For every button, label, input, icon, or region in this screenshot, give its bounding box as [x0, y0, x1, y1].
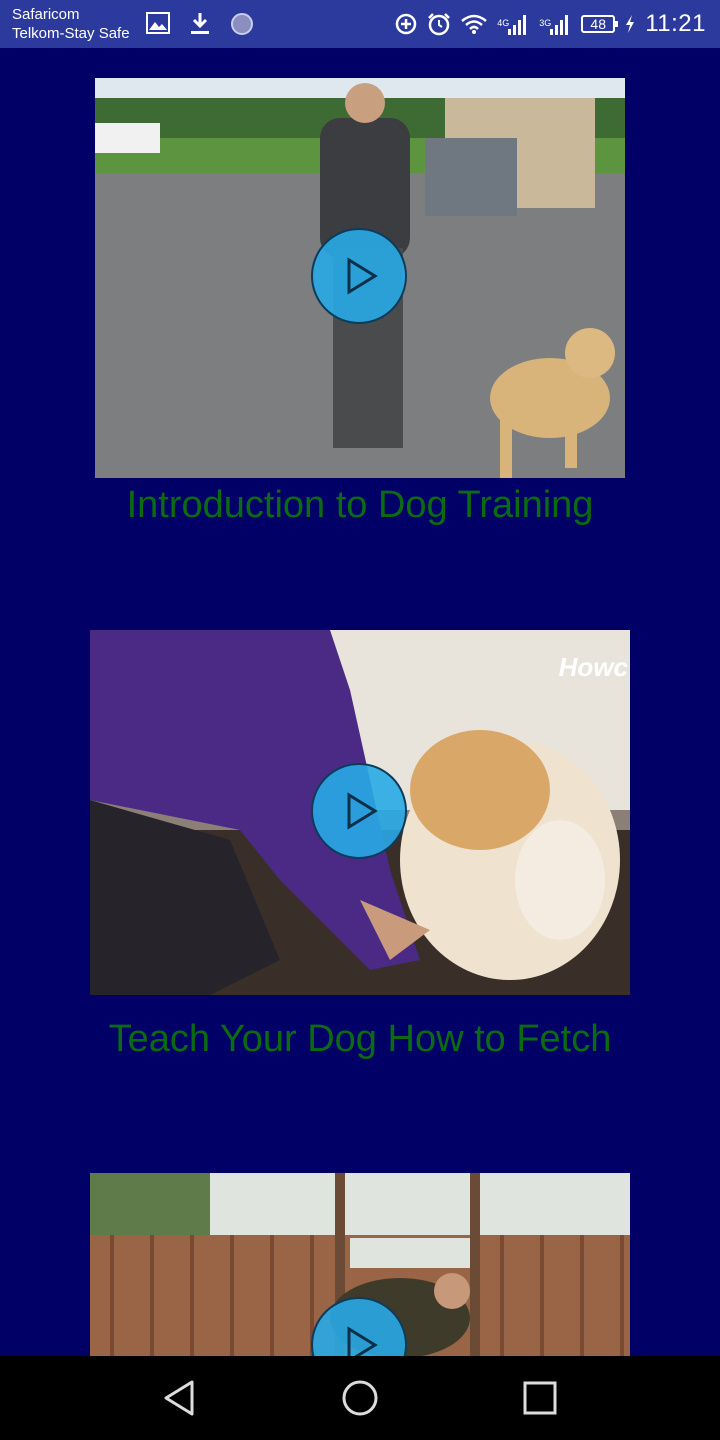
carrier-2: Telkom-Stay Safe: [12, 25, 130, 42]
status-bar: Safaricom Telkom-Stay Safe 4G 3G 48 11:2…: [0, 0, 720, 48]
download-icon: [191, 13, 209, 34]
sync-icon: [231, 13, 253, 35]
network-type-2: 3G: [539, 18, 552, 28]
video-thumbnail-3[interactable]: [90, 1173, 630, 1356]
video-title-1[interactable]: Introduction to Dog Training: [0, 484, 720, 527]
video-title-2[interactable]: Teach Your Dog How to Fetch: [0, 1018, 720, 1061]
network-type-1: 4G: [497, 18, 510, 28]
play-button[interactable]: [311, 763, 407, 859]
battery-icon: 48: [581, 15, 619, 33]
watermark: Howc: [558, 652, 628, 682]
wifi-icon: [461, 14, 487, 34]
status-right: 4G 3G 48 11:21: [395, 0, 706, 48]
charging-icon: [626, 15, 635, 33]
play-icon: [347, 257, 378, 295]
play-icon: [347, 792, 378, 830]
battery-level: 48: [590, 16, 606, 32]
signal-2: 3G: [539, 13, 571, 35]
data-saver-icon: [395, 13, 417, 35]
recents-icon[interactable]: [520, 1378, 560, 1418]
alarm-icon: [428, 13, 451, 36]
clock: 11:21: [645, 10, 706, 37]
home-icon[interactable]: [340, 1378, 380, 1418]
signal-1: 4G: [497, 13, 529, 35]
video-thumbnail-1[interactable]: [95, 78, 625, 478]
play-button[interactable]: [311, 228, 407, 324]
back-icon[interactable]: [160, 1378, 200, 1418]
navigation-bar: [0, 1356, 720, 1440]
signal-icon: [508, 15, 527, 35]
image-icon: [146, 12, 170, 34]
carrier-info: Safaricom Telkom-Stay Safe: [12, 5, 130, 43]
signal-icon: [550, 15, 569, 35]
video-thumbnail-2[interactable]: Howc: [90, 630, 630, 995]
play-icon: [347, 1326, 378, 1356]
carrier-1: Safaricom: [12, 6, 80, 23]
